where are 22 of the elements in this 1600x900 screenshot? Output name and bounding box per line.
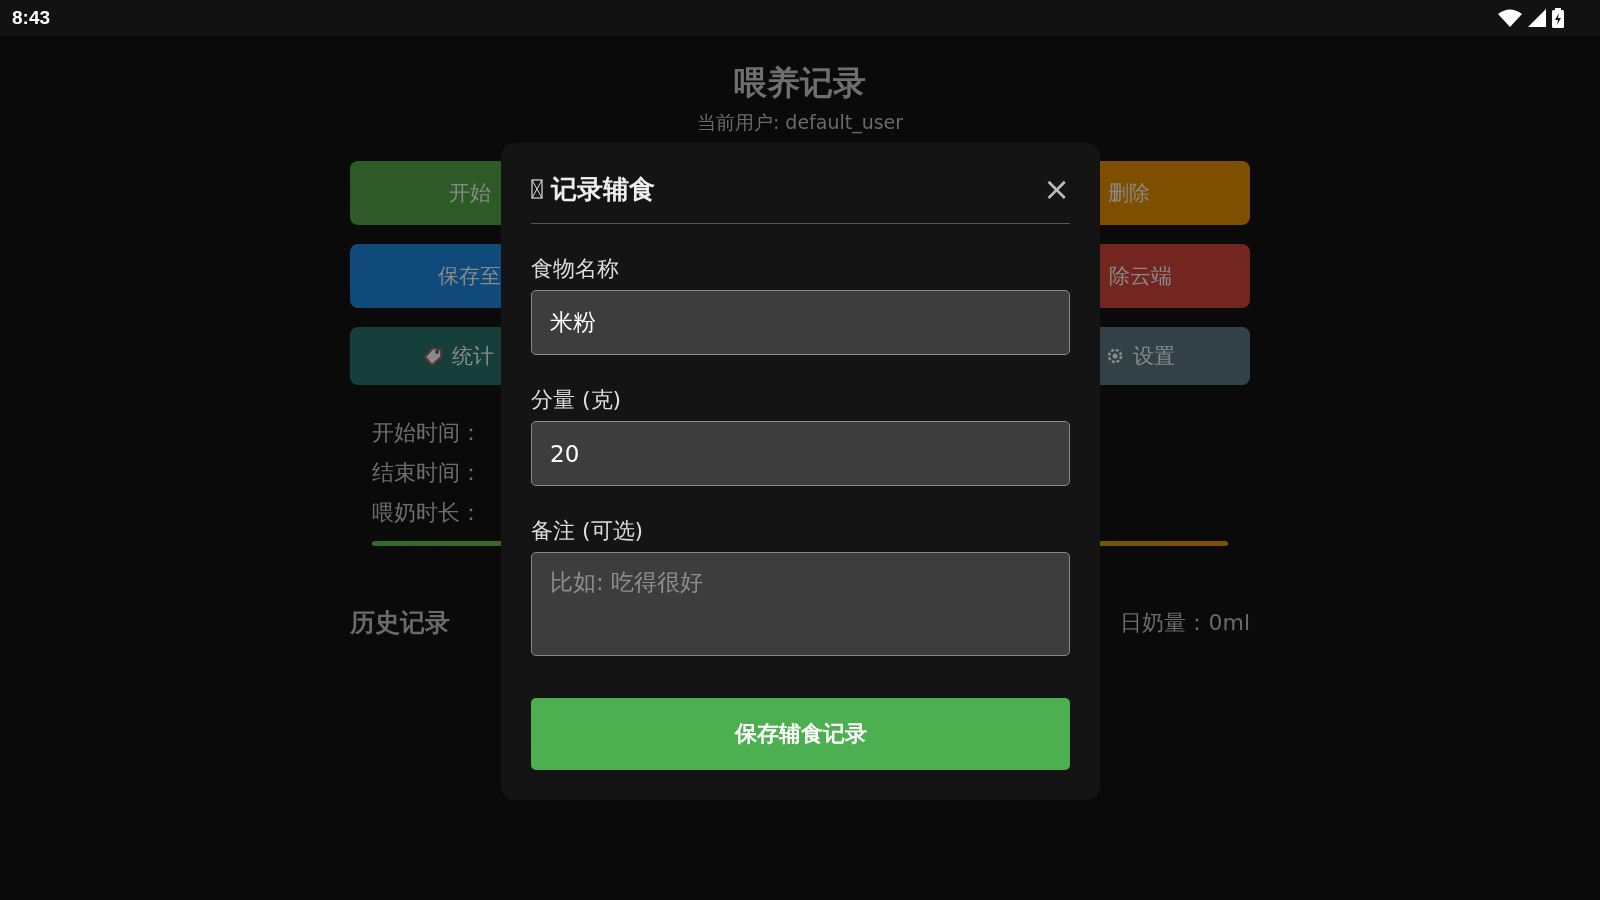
info-label: 喂奶时长： <box>372 499 482 527</box>
close-button[interactable]: × <box>1043 173 1070 205</box>
input-field[interactable]: 20 <box>531 421 1070 486</box>
current-user-text: 当前用户: default_user <box>695 110 905 135</box>
wifi-icon <box>1498 9 1522 27</box>
field-label: 备注 (可选) <box>531 517 644 545</box>
battery-icon <box>1552 8 1564 28</box>
missing-glyph-icon <box>531 179 543 199</box>
field-label: 分量 (克) <box>531 386 622 414</box>
field-label: 食物名称 <box>531 255 619 283</box>
dialog-title: 记录辅食 <box>551 173 655 206</box>
page-title: 喂养记录 <box>733 62 867 104</box>
input-field[interactable]: 米粉 <box>531 290 1070 355</box>
history-heading: 历史记录 <box>350 607 450 639</box>
tag-icon <box>422 345 444 367</box>
today-total-text: 日奶量：0ml <box>1120 608 1250 637</box>
notes-field[interactable]: 比如: 吃得很好 <box>531 552 1070 656</box>
status-time: 8:43 <box>12 7 51 29</box>
settings-icon <box>1105 346 1125 366</box>
info-label: 开始时间： <box>372 419 482 447</box>
info-label: 结束时间： <box>372 459 482 487</box>
signal-icon <box>1528 9 1546 27</box>
